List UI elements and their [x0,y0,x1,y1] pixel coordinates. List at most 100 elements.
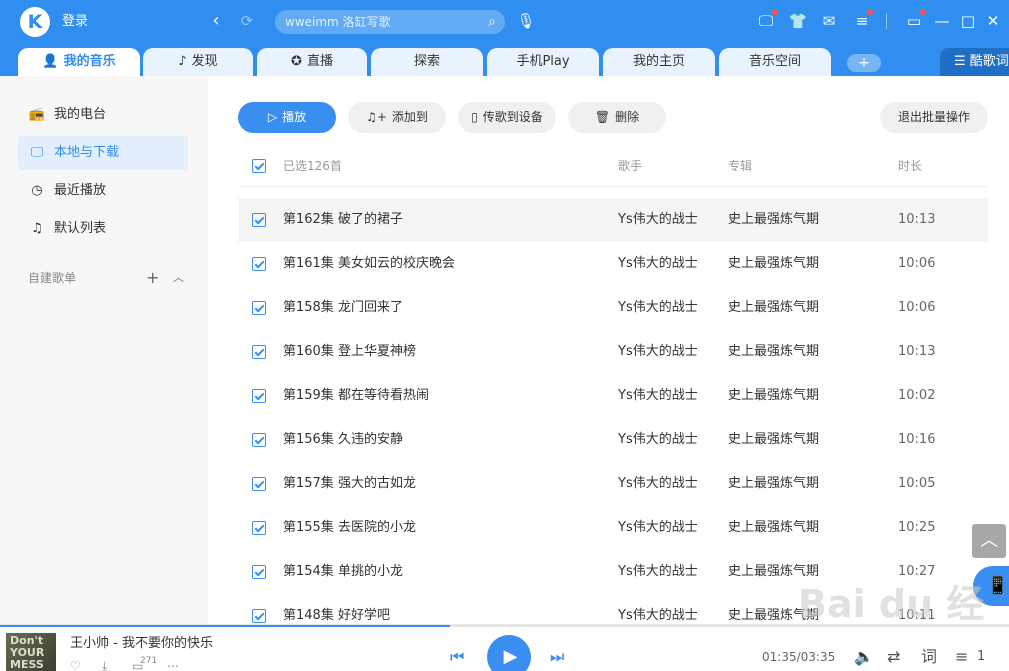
song-artist[interactable]: Ys伟大的战士 [618,387,698,405]
row-checkbox[interactable] [252,565,266,579]
queue-icon[interactable]: ≡ [955,647,968,667]
song-album[interactable]: 史上最强炼气期 [728,607,819,624]
maximize-icon[interactable]: □ [958,11,978,31]
row-checkbox[interactable] [252,301,266,315]
search-input[interactable]: wweimm 洛缸写歌 [285,10,391,34]
column-album[interactable]: 专辑 [728,157,752,175]
search-box[interactable]: wweimm 洛缸写歌 ⌕ [275,10,505,34]
playlist-icon: ♫ [31,221,43,236]
next-icon[interactable]: ⏭ [550,647,564,667]
select-all-checkbox[interactable] [252,159,266,173]
table-row[interactable]: 第155集 去医院的小龙 Ys伟大的战士 史上最强炼气期 10:25 [238,506,988,550]
song-album[interactable]: 史上最强炼气期 [728,475,819,493]
column-duration[interactable]: 时长 [898,157,922,175]
app-logo[interactable]: K [20,7,50,37]
song-album[interactable]: 史上最强炼气期 [728,343,819,361]
song-artist[interactable]: Ys伟大的战士 [618,211,698,229]
row-checkbox[interactable] [252,213,266,227]
album-cover[interactable]: Don't YOUR MESS [6,633,56,671]
table-row[interactable]: 第162集 破了的裙子 Ys伟大的战士 史上最强炼气期 10:13 [238,198,988,242]
table-row[interactable]: 第154集 单挑的小龙 Ys伟大的战士 史上最强炼气期 10:27 [238,550,988,594]
like-icon[interactable]: ♡ [70,659,81,671]
song-album[interactable]: 史上最强炼气期 [728,211,819,229]
table-row[interactable]: 第156集 久违的安静 Ys伟大的战士 史上最强炼气期 10:16 [238,418,988,462]
sidebar-item-local-download[interactable]: 🖵 本地与下载 [18,136,188,170]
tab-my-music[interactable]: 👤 我的音乐 [18,48,140,76]
comment-icon[interactable]: ▭ [132,659,143,671]
tab-music-space[interactable]: 音乐空间 [719,48,831,76]
button-label: 删除 [615,110,640,124]
table-row[interactable]: 第158集 龙门回来了 Ys伟大的战士 史上最强炼气期 10:06 [238,286,988,330]
song-title: 第148集 好好学吧 [283,608,390,623]
row-checkbox[interactable] [252,521,266,535]
song-artist[interactable]: Ys伟大的战士 [618,255,698,273]
song-artist[interactable]: Ys伟大的战士 [618,563,698,581]
row-checkbox[interactable] [252,609,266,623]
song-album[interactable]: 史上最强炼气期 [728,519,819,537]
play-icon: ▷ [267,110,278,124]
tab-lyrics[interactable]: ☰ 酷歌词 [940,48,1009,76]
volume-icon[interactable]: 🔈 [854,647,874,667]
song-artist[interactable]: Ys伟大的战士 [618,607,698,624]
play-pause-button[interactable]: ▶ [487,635,531,671]
progress-bar[interactable] [0,625,1009,627]
song-artist[interactable]: Ys伟大的战士 [618,343,698,361]
table-row[interactable]: 第157集 强大的古如龙 Ys伟大的战士 史上最强炼气期 10:05 [238,462,988,506]
tab-explore[interactable]: 探索 [371,48,483,76]
table-row[interactable]: 第161集 美女如云的校庆晚会 Ys伟大的战士 史上最强炼气期 10:06 [238,242,988,286]
download-icon[interactable]: ⤓ [102,659,107,671]
song-album[interactable]: 史上最强炼气期 [728,387,819,405]
now-playing-title[interactable]: 王小帅 - 我不要你的快乐 [70,635,213,653]
tab-discover[interactable]: ♪ 发现 [143,48,253,76]
sidebar-item-my-radio[interactable]: 📻 我的电台 [18,98,188,132]
refresh-icon[interactable]: ⟳ [237,11,257,31]
song-artist[interactable]: Ys伟大的战士 [618,519,698,537]
add-tab-button[interactable]: + [847,54,881,72]
table-row[interactable]: 第148集 好好学吧 Ys伟大的战士 史上最强炼气期 10:11 [238,594,988,624]
exit-batch-button[interactable]: 退出批量操作 [880,102,988,133]
song-duration: 10:05 [898,476,936,491]
row-checkbox[interactable] [252,477,266,491]
send-to-device-button[interactable]: ▯ 传歌到设备 [458,102,556,133]
song-album[interactable]: 史上最强炼气期 [728,563,819,581]
monitor-icon: 🖵 [30,145,44,160]
sidebar-item-recent[interactable]: ◷ 最近播放 [18,174,188,208]
row-checkbox[interactable] [252,433,266,447]
login-link[interactable]: 登录 [62,12,88,32]
table-row[interactable]: 第159集 都在等待看热闹 Ys伟大的战士 史上最强炼气期 10:02 [238,374,988,418]
tab-live[interactable]: ✪ 直播 [257,48,367,76]
search-icon[interactable]: ⌕ [488,10,496,34]
song-artist[interactable]: Ys伟大的战士 [618,299,698,317]
skin-icon[interactable]: 👕 [788,11,808,31]
sidebar-item-default-list[interactable]: ♫ 默认列表 [18,212,188,246]
tab-mobile-play[interactable]: 手机Play [487,48,599,76]
minimize-icon[interactable]: — [932,11,952,31]
row-checkbox[interactable] [252,257,266,271]
row-checkbox[interactable] [252,345,266,359]
collapse-icon[interactable]: ︿ [173,268,184,288]
header-divider [238,186,988,187]
table-row[interactable]: 第160集 登上华夏神榜 Ys伟大的战士 史上最强炼气期 10:13 [238,330,988,374]
row-checkbox[interactable] [252,389,266,403]
more-icon[interactable]: ⋯ [167,659,179,671]
tab-my-homepage[interactable]: 我的主页 [603,48,715,76]
mic-icon[interactable]: 🎙 [516,11,536,31]
delete-button[interactable]: 🗑 删除 [568,102,666,133]
close-icon[interactable]: ✕ [983,11,1003,31]
phone-icon[interactable]: 📱 [973,566,1009,606]
back-icon[interactable]: ‹ [206,11,226,31]
scroll-top-button[interactable]: ︿ [972,524,1006,558]
play-button[interactable]: ▷ 播放 [238,102,336,133]
column-artist[interactable]: 歌手 [618,157,642,175]
loop-mode-icon[interactable]: ⇄ [887,647,900,667]
add-playlist-icon[interactable]: + [146,268,159,288]
previous-icon[interactable]: ⏮ [450,647,464,667]
song-album[interactable]: 史上最强炼气期 [728,255,819,273]
song-artist[interactable]: Ys伟大的战士 [618,475,698,493]
song-artist[interactable]: Ys伟大的战士 [618,431,698,449]
mail-icon[interactable]: ✉ [819,11,839,31]
lyrics-button[interactable]: 词 [921,647,937,667]
song-album[interactable]: 史上最强炼气期 [728,431,819,449]
song-album[interactable]: 史上最强炼气期 [728,299,819,317]
add-to-button[interactable]: ♫+ 添加到 [348,102,446,133]
